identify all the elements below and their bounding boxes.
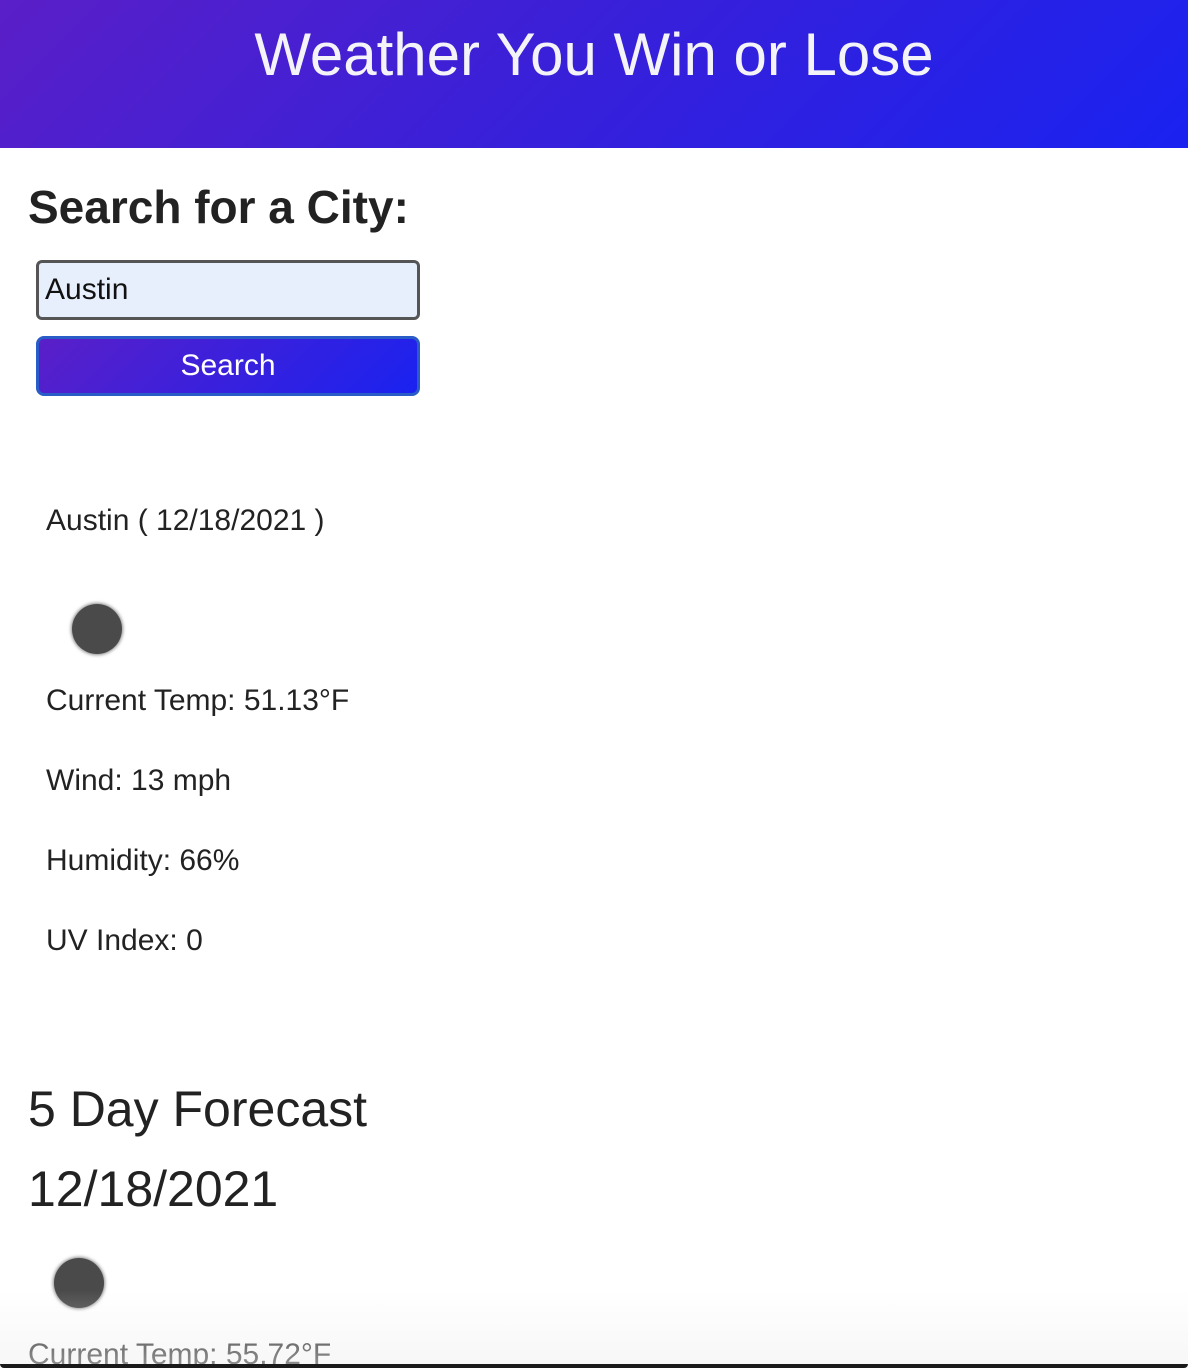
city-search-input[interactable] <box>36 260 420 320</box>
forecast-date: 12/18/2021 <box>28 1161 279 1217</box>
forecast-heading: 5 Day Forecast <box>28 1081 368 1137</box>
weather-icon <box>54 1258 104 1308</box>
window-edge <box>0 1364 1188 1368</box>
current-wind: Wind: 13 mph <box>46 764 232 797</box>
header-banner: Weather You Win or Lose <box>0 0 1188 148</box>
current-uv-index: UV Index: 0 <box>46 924 203 957</box>
page: Weather You Win or Lose Search for a Cit… <box>0 0 1188 1368</box>
current-temp: Current Temp: 51.13°F <box>46 684 350 717</box>
search-button[interactable]: Search <box>36 336 420 396</box>
current-city-date: Austin ( 12/18/2021 ) <box>46 504 325 537</box>
weather-icon <box>72 604 122 654</box>
current-humidity: Humidity: 66% <box>46 844 240 877</box>
app-title: Weather You Win or Lose <box>254 20 934 88</box>
search-heading: Search for a City: <box>28 181 409 233</box>
